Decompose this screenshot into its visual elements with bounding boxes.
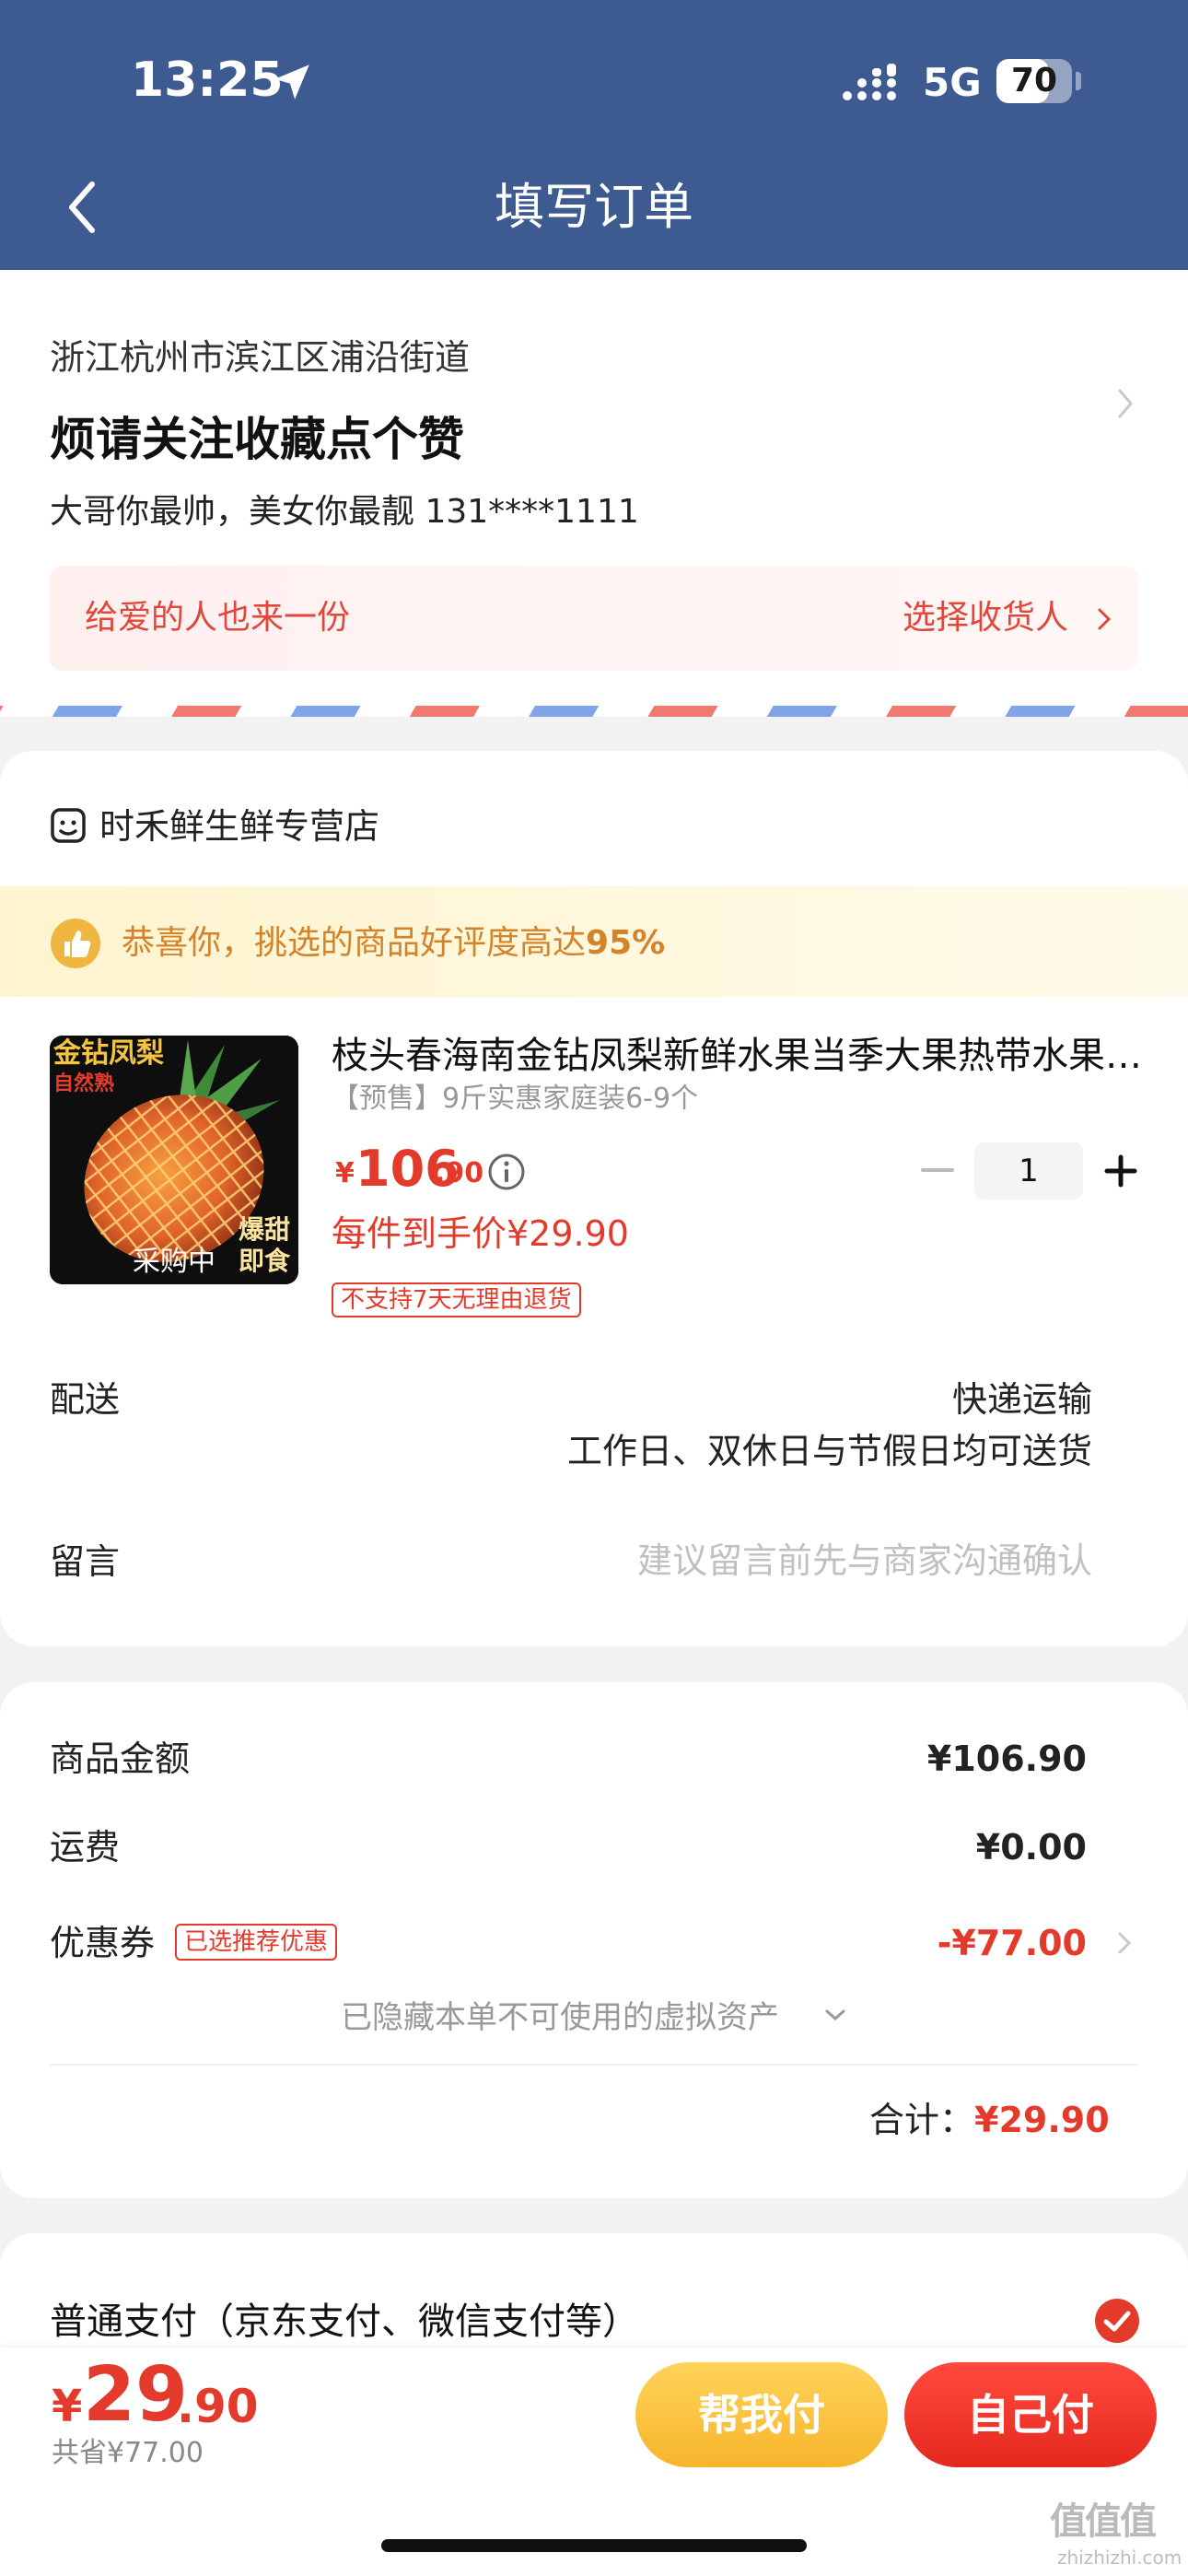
message-label: 留言 xyxy=(50,1541,121,1582)
increase-quantity-button[interactable] xyxy=(1096,1146,1146,1196)
divider xyxy=(50,2064,1138,2066)
delivery-note: 工作日、双休日与节假日均可送货 xyxy=(566,1431,1092,1471)
chevron-right-icon xyxy=(1098,608,1112,630)
watermark-url: zhizhizhi.com xyxy=(1057,2547,1182,2569)
checkmark-circle-icon[interactable] xyxy=(1094,2298,1140,2344)
network-label: 5G xyxy=(923,60,982,105)
info-icon[interactable] xyxy=(486,1152,527,1192)
gift-banner-text: 给爱的人也来一份 xyxy=(85,599,351,637)
store-name[interactable]: 时禾鲜生鲜专营店 xyxy=(99,800,379,853)
product-title[interactable]: 枝头春海南金钻凤梨新鲜水果当季大果热带水果… xyxy=(332,1026,1142,1085)
page-title: 填写订单 xyxy=(495,178,693,236)
battery-nub xyxy=(1076,72,1081,90)
home-indicator[interactable] xyxy=(381,2539,807,2552)
battery-icon: 70 xyxy=(996,59,1072,103)
chevron-right-icon[interactable] xyxy=(1116,1929,1133,1957)
coupon-label: 优惠券 xyxy=(50,1923,156,1963)
goods-amount-label: 商品金额 xyxy=(50,1739,191,1779)
purchasing-status: 采购中 xyxy=(133,1246,215,1278)
quantity-field[interactable]: 1 xyxy=(974,1142,1083,1200)
shipping-value: ¥0.00 xyxy=(975,1827,1087,1868)
price-decimal: .90 xyxy=(435,1157,484,1189)
decrease-quantity-button[interactable] xyxy=(912,1150,963,1190)
payable-decimal: .90 xyxy=(177,2380,259,2433)
price-currency: ¥ xyxy=(335,1157,355,1189)
total-label: 合计： xyxy=(869,2100,975,2140)
watermark: 值值值 xyxy=(1050,2500,1157,2543)
total-value: ¥29.90 xyxy=(974,2100,1110,2140)
product-image-subtag: 自然熟 xyxy=(53,1072,115,1095)
savings-note: 共省¥77.00 xyxy=(52,2437,204,2469)
location-arrow-icon xyxy=(274,64,309,100)
status-time: 13:25 xyxy=(131,53,284,108)
promo-value: 95% xyxy=(586,924,666,962)
airmail-stripe xyxy=(0,706,1188,717)
payable-integer: 29 xyxy=(83,2351,189,2439)
no-return-tag: 不支持7天无理由退货 xyxy=(332,1282,581,1317)
address-contact: 大哥你最帅，美女你最靓 131****1111 xyxy=(50,493,639,531)
goods-amount-value: ¥106.90 xyxy=(926,1739,1087,1779)
payable-currency: ¥ xyxy=(52,2381,83,2432)
product-image-tag: 金钻凤梨 xyxy=(53,1037,164,1070)
signal-icon xyxy=(843,64,896,100)
delivery-method[interactable]: 快递运输 xyxy=(952,1373,1092,1426)
select-recipient-link[interactable]: 选择收货人 xyxy=(903,591,1068,645)
address-region: 浙江杭州市滨江区浦沿街道 xyxy=(50,337,471,378)
delivery-label: 配送 xyxy=(50,1379,121,1420)
coupon-value[interactable]: -¥77.00 xyxy=(938,1916,1087,1970)
battery-text: 70 xyxy=(1010,62,1058,100)
help-pay-button[interactable]: 帮我付 xyxy=(635,2362,888,2467)
shipping-label: 运费 xyxy=(50,1827,121,1868)
chevron-down-icon[interactable] xyxy=(823,2007,847,2023)
promo-text: 恭喜你，挑选的商品好评度高达95% xyxy=(122,918,665,969)
store-icon xyxy=(51,808,86,843)
product-spec: 【预售】9斤实惠家庭装6-9个 xyxy=(332,1083,699,1115)
payment-method[interactable]: 普通支付（京东支付、微信支付等） xyxy=(50,2294,639,2349)
self-pay-button[interactable]: 自己付 xyxy=(904,2362,1157,2467)
coupon-tag: 已选推荐优惠 xyxy=(175,1924,338,1961)
message-input[interactable] xyxy=(448,1533,1092,1588)
chevron-right-icon[interactable] xyxy=(1112,383,1138,424)
hidden-assets-toggle[interactable]: 已隐藏本单不可使用的虚拟资产 xyxy=(341,1992,779,2043)
unit-price: 每件到手价¥29.90 xyxy=(332,1213,629,1254)
promo-message: 恭喜你，挑选的商品好评度高达 xyxy=(122,924,587,962)
thumbs-up-icon xyxy=(51,919,100,968)
address-detail: 烦请关注收藏点个赞 xyxy=(50,413,464,466)
